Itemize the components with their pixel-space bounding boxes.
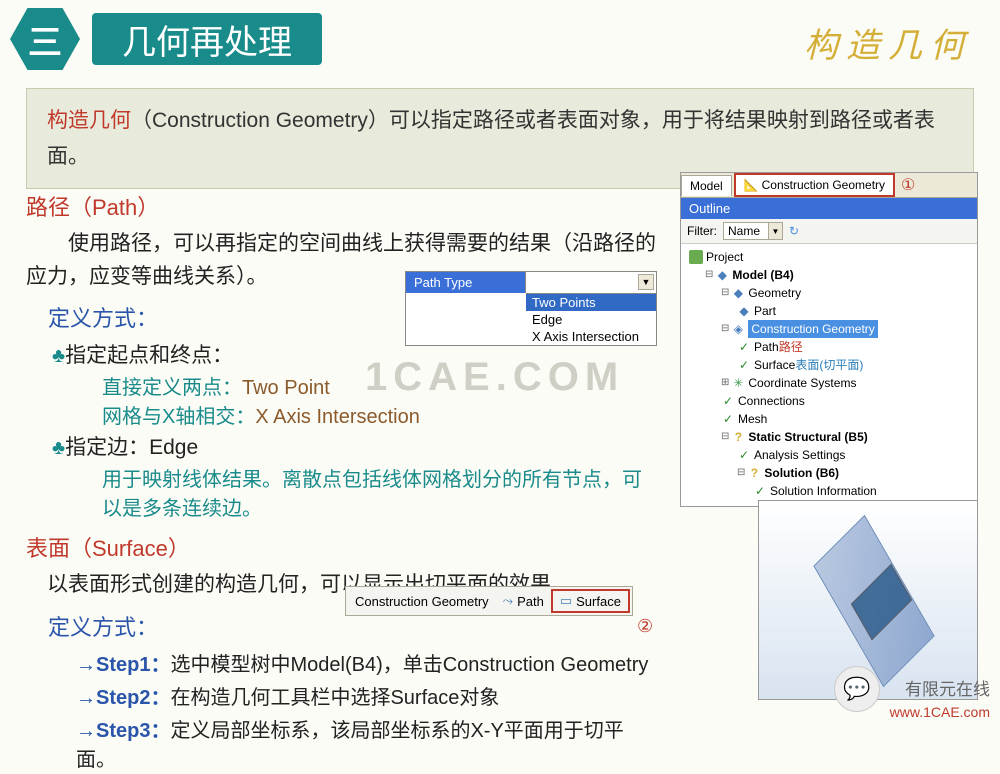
tree-icon: ✓	[737, 448, 751, 462]
surface-section-title: 表面（Surface）	[26, 531, 656, 563]
intro-text: （Construction Geometry）可以指定路径或者表面对象，用于将结…	[47, 109, 935, 168]
filter-label: Filter:	[687, 224, 717, 238]
tree-item[interactable]: ✓Connections	[683, 392, 975, 410]
tree-item[interactable]: ✓Surface 表面(切平面)	[683, 356, 975, 374]
dropdown-option[interactable]: X Axis Intersection	[526, 328, 656, 345]
tree-icon: ✓	[721, 412, 735, 426]
path-sub-1a: 直接定义两点：Two Point	[102, 371, 656, 400]
path-icon: ⤳	[503, 593, 513, 609]
tab-model[interactable]: Model	[681, 175, 732, 196]
tab-construction-geometry[interactable]: 📐 Construction Geometry	[734, 173, 895, 197]
tree-icon: ◆	[715, 268, 729, 282]
tabs-row: Model 📐 Construction Geometry ①	[681, 173, 977, 198]
club-icon: ♣	[52, 437, 65, 459]
tree-item[interactable]: ⊟?Solution (B6)	[683, 464, 975, 482]
tree-icon: ◆	[737, 304, 751, 318]
intro-highlight: 构造几何	[47, 109, 131, 132]
tree-icon: ?	[731, 430, 745, 444]
outline-title: Outline	[681, 198, 977, 219]
footer-brand: 有限元在线	[905, 675, 990, 700]
tree-view: Project⊟◆Model (B4)⊟◆Geometry◆Part⊟◈Cons…	[681, 244, 977, 506]
dropdown-value[interactable]: ▼	[526, 272, 656, 293]
surface-button[interactable]: ▭ Surface	[551, 589, 630, 613]
slide-subtitle-right: 构造几何	[804, 18, 972, 67]
wechat-icon: 💬	[834, 666, 880, 712]
callout-2: ②	[637, 616, 653, 637]
tree-item[interactable]: ◆Part	[683, 302, 975, 320]
step1: →Step1：选中模型树中Model(B4)，单击Construction Ge…	[76, 646, 656, 679]
chevron-down-icon[interactable]: ▼	[638, 274, 654, 290]
model-icon: 📐	[744, 178, 759, 192]
refresh-icon[interactable]: ↻	[789, 224, 799, 238]
filter-row: Filter: Name ▼ ↻	[681, 219, 977, 244]
tree-item[interactable]: ⊟◆Model (B4)	[683, 266, 975, 284]
footer-url: www.1CAE.com	[890, 704, 990, 720]
tree-icon: ✓	[721, 394, 735, 408]
tree-icon: ◈	[731, 322, 745, 336]
tree-item[interactable]: ⊟?Static Structural (B5)	[683, 428, 975, 446]
tree-item[interactable]: ⊞✳Coordinate Systems	[683, 374, 975, 392]
slide-title: 几何再处理	[92, 13, 322, 65]
dropdown-list: Two Points Edge X Axis Intersection	[526, 293, 656, 345]
surface-icon: ▭	[560, 593, 572, 609]
club-icon: ♣	[52, 345, 65, 367]
dropdown-option[interactable]: Edge	[526, 311, 656, 328]
outline-panel: Model 📐 Construction Geometry ① Outline …	[680, 172, 978, 507]
step2: →Step2：在构造几何工具栏中选择Surface对象	[76, 679, 656, 712]
path-type-dropdown[interactable]: Path Type ▼ Two Points Edge X Axis Inter…	[405, 271, 657, 346]
tree-item[interactable]: ✓Path 路径	[683, 338, 975, 356]
path-bullet-2: ♣指定边：Edge	[52, 429, 656, 463]
cg-label: Construction Geometry	[348, 592, 496, 611]
dropdown-option[interactable]: Two Points	[526, 294, 656, 311]
tree-icon: ✓	[737, 358, 751, 372]
chevron-down-icon[interactable]: ▼	[768, 223, 782, 239]
construction-geometry-toolbar: Construction Geometry ⤳ Path ▭ Surface	[345, 586, 633, 616]
tree-icon: ✳	[731, 376, 745, 390]
path-button[interactable]: ⤳ Path	[496, 591, 551, 611]
filter-dropdown[interactable]: Name ▼	[723, 222, 783, 240]
tree-icon: ◆	[731, 286, 745, 300]
path-section-title: 路径（Path）	[26, 190, 656, 222]
tree-icon	[689, 250, 703, 264]
tree-item[interactable]: Project	[683, 248, 975, 266]
tree-icon: ?	[747, 466, 761, 480]
tree-item[interactable]: ⊟◆Geometry	[683, 284, 975, 302]
surface-steps: →Step1：选中模型树中Model(B4)，单击Construction Ge…	[76, 646, 656, 774]
dropdown-label: Path Type	[406, 272, 526, 293]
tree-icon: ✓	[737, 340, 751, 354]
tree-item[interactable]: ✓Analysis Settings	[683, 446, 975, 464]
tree-icon: ✓	[753, 484, 767, 498]
tree-item[interactable]: ⊟◈Construction Geometry	[683, 320, 975, 338]
path-sub-2a: 用于映射线体结果。离散点包括线体网格划分的所有节点，可以是多条连续边。	[102, 463, 656, 521]
path-sub-1b: 网格与X轴相交：X Axis Intersection	[102, 400, 656, 429]
callout-1: ①	[901, 175, 915, 195]
tree-item[interactable]: ✓Mesh	[683, 410, 975, 428]
tree-item[interactable]: ✓Solution Information	[683, 482, 975, 500]
step3: →Step3：定义局部坐标系，该局部坐标系的X-Y平面用于切平面。	[76, 712, 656, 774]
slide-header: 三 几何再处理 构造几何	[0, 0, 1000, 70]
section-number-badge: 三	[10, 8, 80, 70]
